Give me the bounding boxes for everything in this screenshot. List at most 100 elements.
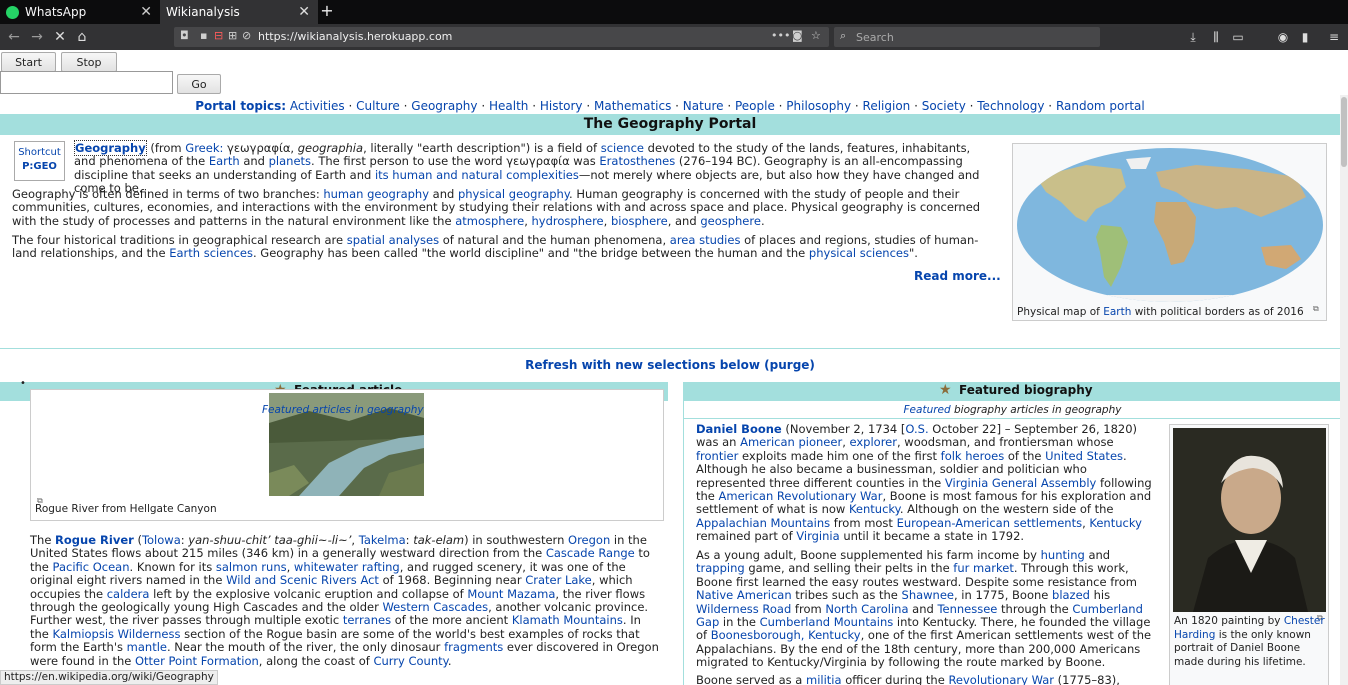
shortcut-code[interactable]: P:GEO — [15, 160, 64, 174]
north-carolina-link[interactable]: North Carolina — [825, 602, 908, 616]
tab-whatsapp[interactable]: WhatsApp ✕ — [0, 0, 160, 24]
page-scrollbar[interactable] — [1340, 95, 1348, 685]
os-link[interactable]: O.S. — [905, 422, 928, 436]
hunting-link[interactable]: hunting — [1041, 548, 1085, 562]
salmon-runs-link[interactable]: salmon runs — [216, 560, 287, 574]
url-text[interactable]: https://wikianalysis.herokuapp.com — [258, 30, 452, 43]
search-bar[interactable]: ⌕ Search — [834, 27, 1100, 47]
featured-article-subtitle[interactable]: Featured articles in geography — [262, 404, 424, 416]
back-icon[interactable]: ← — [4, 28, 24, 46]
topic-link[interactable]: Philosophy — [786, 99, 851, 113]
fragments-link[interactable]: fragments — [444, 640, 503, 654]
whitewater-rafting-link[interactable]: whitewater rafting — [294, 560, 400, 574]
mantle-link[interactable]: mantle — [127, 640, 167, 654]
read-more-link[interactable]: Read more... — [914, 269, 1001, 283]
pocket-icon[interactable]: ◙ — [792, 29, 803, 42]
american-pioneer-link[interactable]: American pioneer — [740, 435, 842, 449]
shawnee-link[interactable]: Shawnee — [902, 588, 954, 602]
library-icon[interactable]: ⫼ — [1207, 28, 1225, 46]
topic-link[interactable]: Religion — [863, 99, 911, 113]
boone-portrait-image[interactable] — [1173, 428, 1326, 612]
topic-link[interactable]: Technology — [977, 99, 1044, 113]
explorer-link[interactable]: explorer — [850, 435, 898, 449]
topic-link[interactable]: Society — [922, 99, 966, 113]
home-icon[interactable]: ⌂ — [72, 28, 92, 46]
earth-link[interactable]: Earth — [1103, 306, 1131, 318]
native-american-link[interactable]: Native American — [696, 588, 792, 602]
terranes-link[interactable]: terranes — [343, 613, 391, 627]
blocked-icon[interactable]: ⊟ — [214, 29, 223, 42]
more-icon[interactable]: ••• — [771, 29, 790, 42]
boonesborough-link[interactable]: Boonesborough, Kentucky — [711, 628, 861, 642]
rogue-river-link[interactable]: Rogue River — [55, 533, 134, 547]
united-states-link[interactable]: United States — [1045, 449, 1123, 463]
wild-scenic-rivers-link[interactable]: Wild and Scenic Rivers Act — [226, 573, 379, 587]
enlarge-icon[interactable]: ⧉ — [1313, 304, 1319, 314]
download-icon[interactable]: ⤓ — [1184, 28, 1202, 46]
virginia-link[interactable]: Virginia — [796, 529, 839, 543]
extension-icon[interactable]: ▮ — [1296, 28, 1314, 46]
topic-link[interactable]: Nature — [683, 99, 724, 113]
physical-geography-link[interactable]: physical geography — [458, 187, 569, 201]
spatial-analyses-link[interactable]: spatial analyses — [347, 233, 439, 247]
topic-link[interactable]: Activities — [290, 99, 345, 113]
kalmiopsis-link[interactable]: Kalmiopsis Wilderness — [53, 627, 181, 641]
folk-heroes-link[interactable]: folk heroes — [941, 449, 1005, 463]
atmosphere-link[interactable]: atmosphere — [455, 214, 524, 228]
account-icon[interactable]: ◉ — [1274, 28, 1292, 46]
go-button[interactable]: Go — [177, 74, 221, 94]
pacific-ocean-link[interactable]: Pacific Ocean — [53, 560, 130, 574]
area-studies-link[interactable]: area studies — [670, 233, 741, 247]
caldera-link[interactable]: caldera — [107, 587, 150, 601]
otter-point-link[interactable]: Otter Point Formation — [135, 654, 259, 668]
planets-link[interactable]: planets — [269, 154, 311, 168]
daniel-boone-link[interactable]: Daniel Boone — [696, 422, 782, 436]
tolowa-link[interactable]: Tolowa — [142, 533, 181, 547]
takelma-link[interactable]: Takelma — [359, 533, 406, 547]
crater-lake-link[interactable]: Crater Lake — [525, 573, 592, 587]
human-geography-link[interactable]: human geography — [323, 187, 429, 201]
url-bar[interactable]: ◘ ▪ ⊟ ⊞ ⊘ https://wikianalysis.herokuapp… — [174, 27, 829, 47]
stop-loading-icon[interactable]: ✕ — [50, 28, 70, 46]
purge-link[interactable]: Refresh with new selections below (purge… — [0, 358, 1340, 372]
complexities-link[interactable]: its human and natural complexities — [375, 168, 579, 182]
tab-wikianalysis[interactable]: Wikianalysis ✕ — [160, 0, 318, 24]
earth-link[interactable]: Earth — [209, 154, 240, 168]
science-link[interactable]: science — [601, 141, 644, 155]
curry-county-link[interactable]: Curry County — [373, 654, 447, 668]
topic-link[interactable]: History — [540, 99, 583, 113]
revolutionary-war-link[interactable]: American Revolutionary War — [719, 489, 883, 503]
featured-link[interactable]: Featured — [904, 404, 951, 416]
topic-link[interactable]: Geography — [411, 99, 477, 113]
virginia-assembly-link[interactable]: Virginia General Assembly — [945, 476, 1096, 490]
topic-link[interactable]: Health — [489, 99, 528, 113]
lock-icon[interactable]: ▪ — [200, 29, 207, 42]
fur-market-link[interactable]: fur market — [953, 561, 1014, 575]
mount-mazama-link[interactable]: Mount Mazama — [467, 587, 555, 601]
sidebar-icon[interactable]: ▭ — [1229, 28, 1247, 46]
query-input[interactable] — [0, 71, 173, 94]
hydrosphere-link[interactable]: hydrosphere — [532, 214, 604, 228]
western-cascades-link[interactable]: Western Cascades — [382, 600, 488, 614]
trapping-link[interactable]: trapping — [696, 561, 745, 575]
world-map-image[interactable] — [1016, 147, 1324, 303]
cumberland-mountains-link[interactable]: Cumberland Mountains — [760, 615, 894, 629]
cascade-range-link[interactable]: Cascade Range — [546, 546, 635, 560]
militia-link[interactable]: militia — [806, 673, 842, 685]
tennessee-link[interactable]: Tennessee — [937, 602, 997, 616]
shield-icon[interactable]: ◘ — [180, 29, 189, 42]
revolutionary-war-link[interactable]: Revolutionary War — [948, 673, 1054, 685]
topic-link[interactable]: Mathematics — [594, 99, 671, 113]
eratosthenes-link[interactable]: Eratosthenes — [599, 154, 675, 168]
close-icon[interactable]: ✕ — [298, 4, 310, 20]
new-tab-icon[interactable]: + — [318, 0, 336, 24]
biosphere-link[interactable]: biosphere — [611, 214, 668, 228]
menu-icon[interactable]: ≡ — [1325, 28, 1343, 46]
forward-icon[interactable]: → — [27, 28, 47, 46]
permissions-icon[interactable]: ⊞ — [228, 29, 237, 42]
kentucky-link[interactable]: Kentucky — [849, 502, 900, 516]
topic-link[interactable]: Random portal — [1056, 99, 1145, 113]
blazed-link[interactable]: blazed — [1052, 588, 1090, 602]
tracking-icon[interactable]: ⊘ — [242, 29, 251, 42]
klamath-mountains-link[interactable]: Klamath Mountains — [512, 613, 623, 627]
